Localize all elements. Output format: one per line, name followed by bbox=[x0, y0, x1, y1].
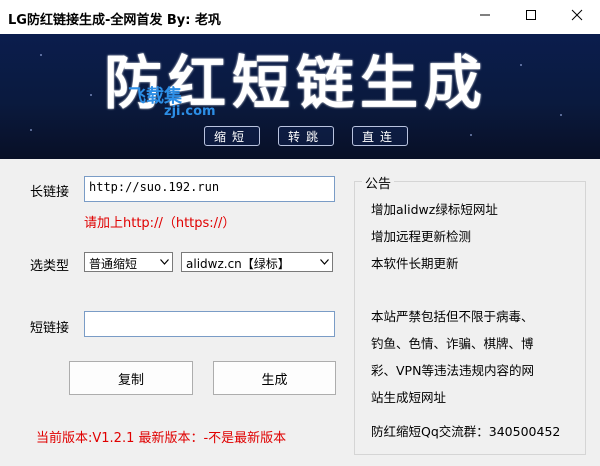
close-icon bbox=[571, 9, 583, 21]
chevron-down-icon bbox=[316, 253, 332, 271]
domain-select[interactable]: alidwz.cn【绿标】 bbox=[181, 252, 333, 272]
short-link-label: 短链接 bbox=[30, 321, 70, 336]
long-link-label: 长链接 bbox=[30, 185, 70, 200]
title-bar: LG防红链接生成-全网首发 By: 老巩 bbox=[0, 0, 600, 34]
chevron-down-icon bbox=[156, 253, 172, 271]
version-status: 当前版本:V1.2.1 最新版本：-不是最新版本 bbox=[36, 431, 287, 446]
notice-line: 增加alidwz绿标短网址 bbox=[371, 202, 498, 217]
banner-shorten-button[interactable]: 缩短 bbox=[204, 126, 260, 146]
generate-button[interactable]: 生成 bbox=[213, 361, 336, 395]
notice-line: 本站严禁包括但不限于病毒、 bbox=[371, 309, 534, 324]
banner-direct-button[interactable]: 直连 bbox=[352, 126, 408, 146]
notice-line: 钓鱼、色情、诈骗、棋牌、博 bbox=[371, 336, 534, 351]
type-select-value: 普通缩短 bbox=[89, 257, 138, 271]
notice-title: 公告 bbox=[362, 173, 395, 192]
copy-button[interactable]: 复制 bbox=[69, 361, 193, 395]
maximize-icon bbox=[526, 10, 536, 20]
close-button[interactable] bbox=[554, 0, 600, 30]
long-link-input[interactable]: http://suo.192.run bbox=[84, 176, 335, 202]
notice-line: 彩、VPN等违法违规内容的网 bbox=[371, 363, 534, 378]
notice-line: 增加远程更新检测 bbox=[371, 229, 472, 244]
url-hint: 请加上http://（https://） bbox=[84, 216, 236, 231]
notice-qq-group: 防红缩短Qq交流群：340500452 bbox=[371, 424, 561, 439]
short-link-input[interactable] bbox=[84, 311, 335, 337]
type-select[interactable]: 普通缩短 bbox=[84, 252, 173, 272]
notice-line: 本软件长期更新 bbox=[371, 256, 459, 271]
maximize-button[interactable] bbox=[508, 0, 554, 30]
watermark-domain: zji.com bbox=[164, 104, 216, 119]
minimize-button[interactable] bbox=[462, 0, 508, 30]
banner-redirect-button[interactable]: 转跳 bbox=[278, 126, 334, 146]
domain-select-value: alidwz.cn【绿标】 bbox=[186, 257, 290, 271]
window-title: LG防红链接生成-全网首发 By: 老巩 bbox=[8, 13, 221, 28]
type-label: 选类型 bbox=[30, 259, 70, 274]
notice-line: 站生成短网址 bbox=[371, 390, 447, 405]
minimize-icon bbox=[480, 14, 490, 16]
